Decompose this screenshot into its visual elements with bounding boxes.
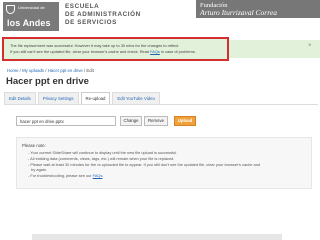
logo-small-text: Universidad de [18, 5, 45, 10]
foundation-line-2: Arturo Iturrizaval Correa [200, 8, 277, 17]
notes-list: - Your current SlideShare will continue … [28, 150, 308, 179]
breadcrumb: Home / My uploads / Hacer ppt en drive /… [7, 68, 94, 73]
breadcrumb-separator: / [19, 68, 21, 73]
message-faq-link[interactable]: FAQs [150, 49, 160, 54]
breadcrumb-home[interactable]: Home [7, 68, 18, 73]
foundation-banner: Fundación Arturo Iturrizaval Correa [196, 0, 320, 18]
message-strip [229, 40, 320, 58]
notes-title: Please note: [22, 143, 46, 148]
tab-edit-details[interactable]: Edit Details [4, 92, 36, 104]
breadcrumb-current: Edit [86, 68, 94, 73]
success-message: The file replacement was successful. How… [2, 37, 229, 61]
message-line-2-prefix: If you still can't see the updated file,… [10, 48, 151, 54]
note-item-text: - For troubleshooting, please see our [28, 173, 93, 179]
change-button[interactable]: Change [120, 116, 142, 126]
shield-icon [6, 5, 15, 14]
notes-faq-link[interactable]: FAQs [93, 173, 103, 178]
upload-button[interactable]: Upload [174, 116, 196, 126]
note-item-suffix: . [102, 173, 104, 179]
message-text: The file replacement was successful. How… [10, 43, 232, 54]
note-item: - For troubleshooting, please see our FA… [28, 173, 308, 179]
tab-re-upload[interactable]: Re-upload [80, 92, 111, 104]
close-icon[interactable]: × [308, 43, 312, 49]
message-line-2: If you still can't see the updated file,… [10, 49, 232, 55]
page-title: Hacer ppt en drive [6, 76, 89, 87]
file-name-input[interactable] [16, 116, 116, 126]
remove-button[interactable]: Remove [144, 116, 168, 126]
breadcrumb-my-uploads[interactable]: My uploads [22, 68, 44, 73]
notes-box: Please note: - Your current SlideShare w… [16, 137, 312, 189]
site-header: Universidad de los Andes ESCUELA DE ADMI… [0, 0, 320, 34]
breadcrumb-item[interactable]: Hacer ppt en drive [48, 68, 83, 73]
school-line-3: DE SERVICIOS [65, 19, 117, 26]
tab-edit-youtube-video[interactable]: Edit YouTube Video [112, 92, 160, 104]
school-line-1: ESCUELA [65, 3, 100, 10]
tabs-divider [4, 104, 318, 105]
logo-big-text: los Andes [7, 18, 51, 28]
tab-privacy-settings[interactable]: Privacy Settings [37, 92, 79, 104]
uniandes-logo[interactable]: Universidad de los Andes [3, 2, 59, 31]
breadcrumb-separator: / [45, 68, 47, 73]
footer-bar [32, 234, 282, 240]
edit-tabs: Edit Details Privacy Settings Re-upload … [4, 92, 160, 104]
school-title: ESCUELA DE ADMINISTRACIÓN DE SERVICIOS [65, 3, 165, 27]
message-line-2-suffix: in case of problems. [159, 48, 196, 54]
school-line-2: DE ADMINISTRACIÓN [65, 11, 141, 18]
